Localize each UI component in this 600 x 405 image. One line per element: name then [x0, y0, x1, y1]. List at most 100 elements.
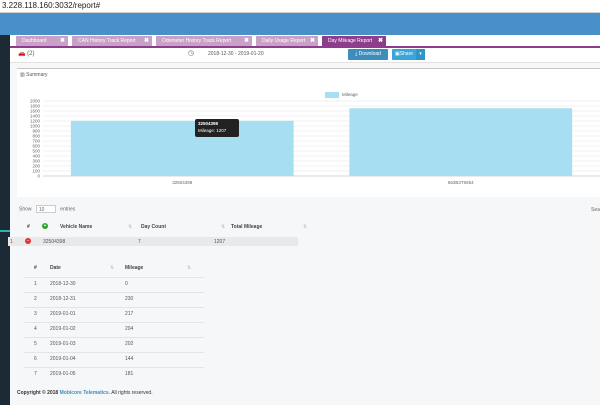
sort-icon[interactable]: ⇅	[110, 265, 114, 271]
y-tick-label: 700	[32, 139, 40, 144]
cell-date: 2019-01-05	[50, 371, 76, 377]
entries-control: Show 10 entries	[19, 205, 75, 213]
y-tick-label: 200	[32, 164, 40, 169]
cell-date: 2019-01-02	[50, 326, 76, 332]
browser-address-bar[interactable]: 3.228.118.160:3032/report#	[0, 0, 600, 13]
entries-label: entries	[60, 206, 76, 213]
vehicle-selector[interactable]: 🚗 (2)	[18, 50, 35, 57]
close-icon[interactable]: ✖	[378, 36, 383, 46]
left-sidebar	[0, 35, 10, 405]
collapse-icon[interactable]: −	[25, 238, 31, 244]
col-num[interactable]: #	[27, 224, 30, 230]
table-row[interactable]: 2 2018-12-31 230	[24, 292, 204, 303]
download-icon: ⤓	[355, 51, 358, 57]
row-day-count: 7	[138, 239, 141, 245]
table-row[interactable]: 6 2019-01-04 144	[24, 352, 204, 363]
chevron-down-icon: ▾	[419, 51, 422, 57]
sort-icon[interactable]: ⇅	[128, 224, 132, 230]
col-total-mileage[interactable]: Total Mileage	[231, 224, 262, 230]
app-header-bar	[0, 13, 600, 35]
share-label: Share	[399, 51, 414, 57]
col-total-mileage-label: Total Mileage	[231, 224, 263, 230]
download-label: Download	[358, 51, 381, 57]
y-tick-label: 2000	[30, 99, 41, 104]
date-range-picker[interactable]: 2018-12-30 - 2019-01-20	[208, 51, 264, 57]
sort-icon[interactable]: ⇅	[221, 224, 225, 230]
tab-label: Dashboard	[22, 38, 47, 44]
tooltip-title: 32504398	[198, 121, 219, 126]
clock-icon: ◷	[188, 50, 195, 57]
table-row[interactable]: 5 2019-01-03 202	[24, 337, 204, 348]
table-row[interactable]: 3 2019-01-01 217	[24, 307, 204, 318]
col-day-count[interactable]: Day Count	[141, 224, 166, 230]
col-vehicle-label: Vehicle Name	[60, 224, 93, 230]
bar	[70, 120, 294, 176]
cell-mileage: 0	[125, 281, 128, 287]
search-label[interactable]: Sea	[591, 207, 600, 213]
y-tick-label: 400	[32, 154, 40, 159]
tooltip-value: Mileage: 1207	[198, 128, 227, 133]
footer-copyright: Copyright © 2018	[17, 390, 59, 396]
cell-num: 3	[34, 311, 37, 317]
legend-swatch	[325, 92, 339, 98]
url-text[interactable]: 3.228.118.160:3032/report#	[2, 1, 100, 10]
tab-label: Day Mileage Report	[328, 38, 373, 44]
y-tick-label: 1400	[30, 114, 41, 119]
x-tick-label: 663B3T6554	[448, 180, 474, 185]
table-row[interactable]: 7 2019-01-05 181	[24, 367, 204, 378]
vehicle-count: (2)	[27, 51, 35, 57]
footer-company-link[interactable]: Mobicore Telematics.	[60, 390, 110, 396]
download-button[interactable]: ⤓ Download	[348, 49, 388, 60]
day-table-header: # Date ⇅ Mileage ⇅	[24, 262, 204, 272]
sort-icon[interactable]: ⇅	[303, 224, 307, 230]
x-tick-label: 32504398	[172, 180, 193, 185]
table-row[interactable]: 1 2018-12-30 0	[24, 277, 204, 288]
col-num[interactable]: #	[34, 265, 37, 271]
summary-panel: ▥ Summary 0 100 200 300 400 500 600 700 800 900 10…	[17, 68, 600, 197]
tab-label: CAN History Track Report	[78, 38, 136, 44]
cell-mileage: 181	[125, 371, 134, 377]
y-tick-label: 1800	[30, 104, 41, 109]
y-tick-label: 800	[32, 134, 40, 139]
chart-legend[interactable]: Mileage	[325, 92, 389, 100]
cell-num: 4	[34, 326, 37, 332]
y-tick-label: 300	[32, 159, 40, 164]
sidebar-accent	[0, 230, 10, 232]
cell-num: 1	[34, 281, 37, 287]
col-date[interactable]: Date	[50, 265, 61, 271]
tab-odometer-history[interactable]: Odometer History Track Report ✖	[156, 36, 252, 46]
y-tick-label: 900	[32, 129, 40, 134]
footer-rights: All rights reserved.	[111, 390, 153, 396]
table-row[interactable]: 1 − 32504398 7 1207	[8, 237, 298, 246]
cell-date: 2018-12-31	[50, 296, 76, 302]
share-button[interactable]: ▣Share	[392, 49, 416, 60]
car-icon: 🚗	[18, 51, 26, 57]
filter-bar: 🚗 (2) ◷ 2018-12-30 - 2019-01-20 ⤓ Downlo…	[10, 48, 600, 63]
col-vehicle-name[interactable]: Vehicle Name	[60, 224, 92, 230]
y-tick-label: 600	[32, 144, 40, 149]
tab-day-mileage[interactable]: Day Mileage Report ✖	[322, 36, 386, 46]
cell-date: 2019-01-01	[50, 311, 76, 317]
sort-icon[interactable]: ⇅	[187, 265, 191, 271]
row-vehicle: 32504398	[43, 239, 66, 245]
vehicle-table-header: # + Vehicle Name ⇅ Day Count ⇅ Total Mil…	[25, 222, 600, 231]
bar	[349, 108, 573, 176]
tab-label: Daily Usage Report	[262, 38, 306, 44]
expand-all-icon[interactable]: +	[42, 223, 48, 229]
tab-dashboard[interactable]: Dashboard ✖	[16, 36, 68, 46]
y-tick-label: 1600	[30, 109, 41, 114]
close-icon[interactable]: ✖	[60, 36, 65, 46]
tab-daily-usage[interactable]: Daily Usage Report ✖	[256, 36, 318, 46]
page-footer: Copyright © 2018 Mobicore Telematics. Al…	[17, 390, 153, 396]
y-tick-label: 1000	[30, 124, 41, 129]
table-row[interactable]: 4 2019-01-02 204	[24, 322, 204, 333]
share-dropdown-toggle[interactable]: ▾	[416, 49, 425, 60]
close-icon[interactable]: ✖	[244, 36, 249, 46]
entries-select[interactable]: 10	[35, 205, 56, 213]
cell-mileage: 202	[125, 341, 134, 347]
close-icon[interactable]: ✖	[144, 36, 149, 46]
cell-date: 2019-01-03	[50, 341, 76, 347]
tab-can-history[interactable]: CAN History Track Report ✖	[72, 36, 152, 46]
col-mileage[interactable]: Mileage	[125, 265, 143, 271]
close-icon[interactable]: ✖	[310, 36, 315, 46]
